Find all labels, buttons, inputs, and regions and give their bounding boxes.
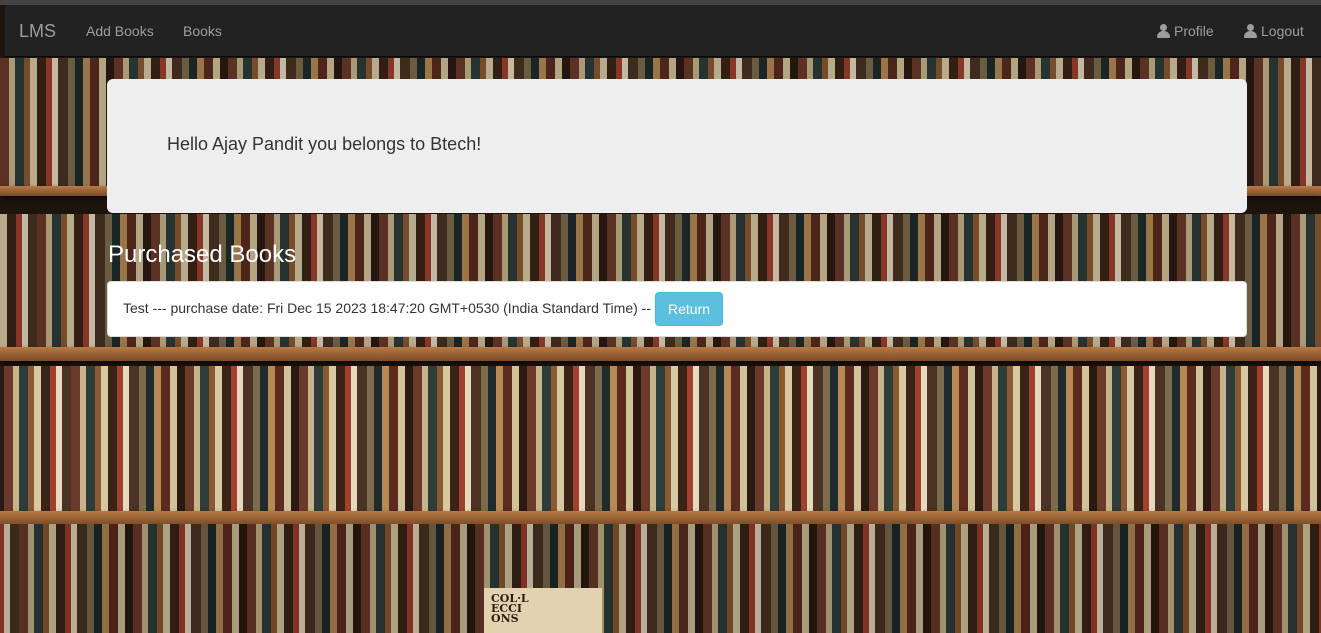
purchased-books-heading: Purchased Books [108, 241, 297, 268]
book-spine-label: COL·L ECCI ONS [484, 588, 602, 633]
spine-text-line: ONS [491, 612, 519, 625]
purchased-book-item: Test --- purchase date: Fri Dec 15 2023 … [107, 281, 1247, 337]
nav-add-books[interactable]: Add Books [86, 5, 154, 57]
greeting-text: Hello Ajay Pandit you belongs to Btech! [167, 134, 482, 154]
brand-link[interactable]: LMS [19, 5, 56, 57]
purchase-info-text: Test --- purchase date: Fri Dec 15 2023 … [123, 300, 651, 316]
user-icon [1157, 24, 1170, 38]
nav-books[interactable]: Books [183, 5, 222, 57]
book-row [0, 524, 1321, 633]
user-icon [1244, 24, 1257, 38]
profile-label: Profile [1174, 23, 1214, 39]
logout-label: Logout [1261, 23, 1304, 39]
shelf-board [0, 511, 1321, 525]
navbar: LMS Add Books Books Profile Logout [5, 5, 1321, 57]
nav-profile[interactable]: Profile [1157, 5, 1214, 57]
book-row [0, 366, 1321, 512]
nav-logout[interactable]: Logout [1244, 5, 1304, 57]
return-button[interactable]: Return [655, 292, 724, 326]
welcome-jumbotron: Hello Ajay Pandit you belongs to Btech! [107, 79, 1247, 213]
shelf-board [0, 347, 1321, 361]
